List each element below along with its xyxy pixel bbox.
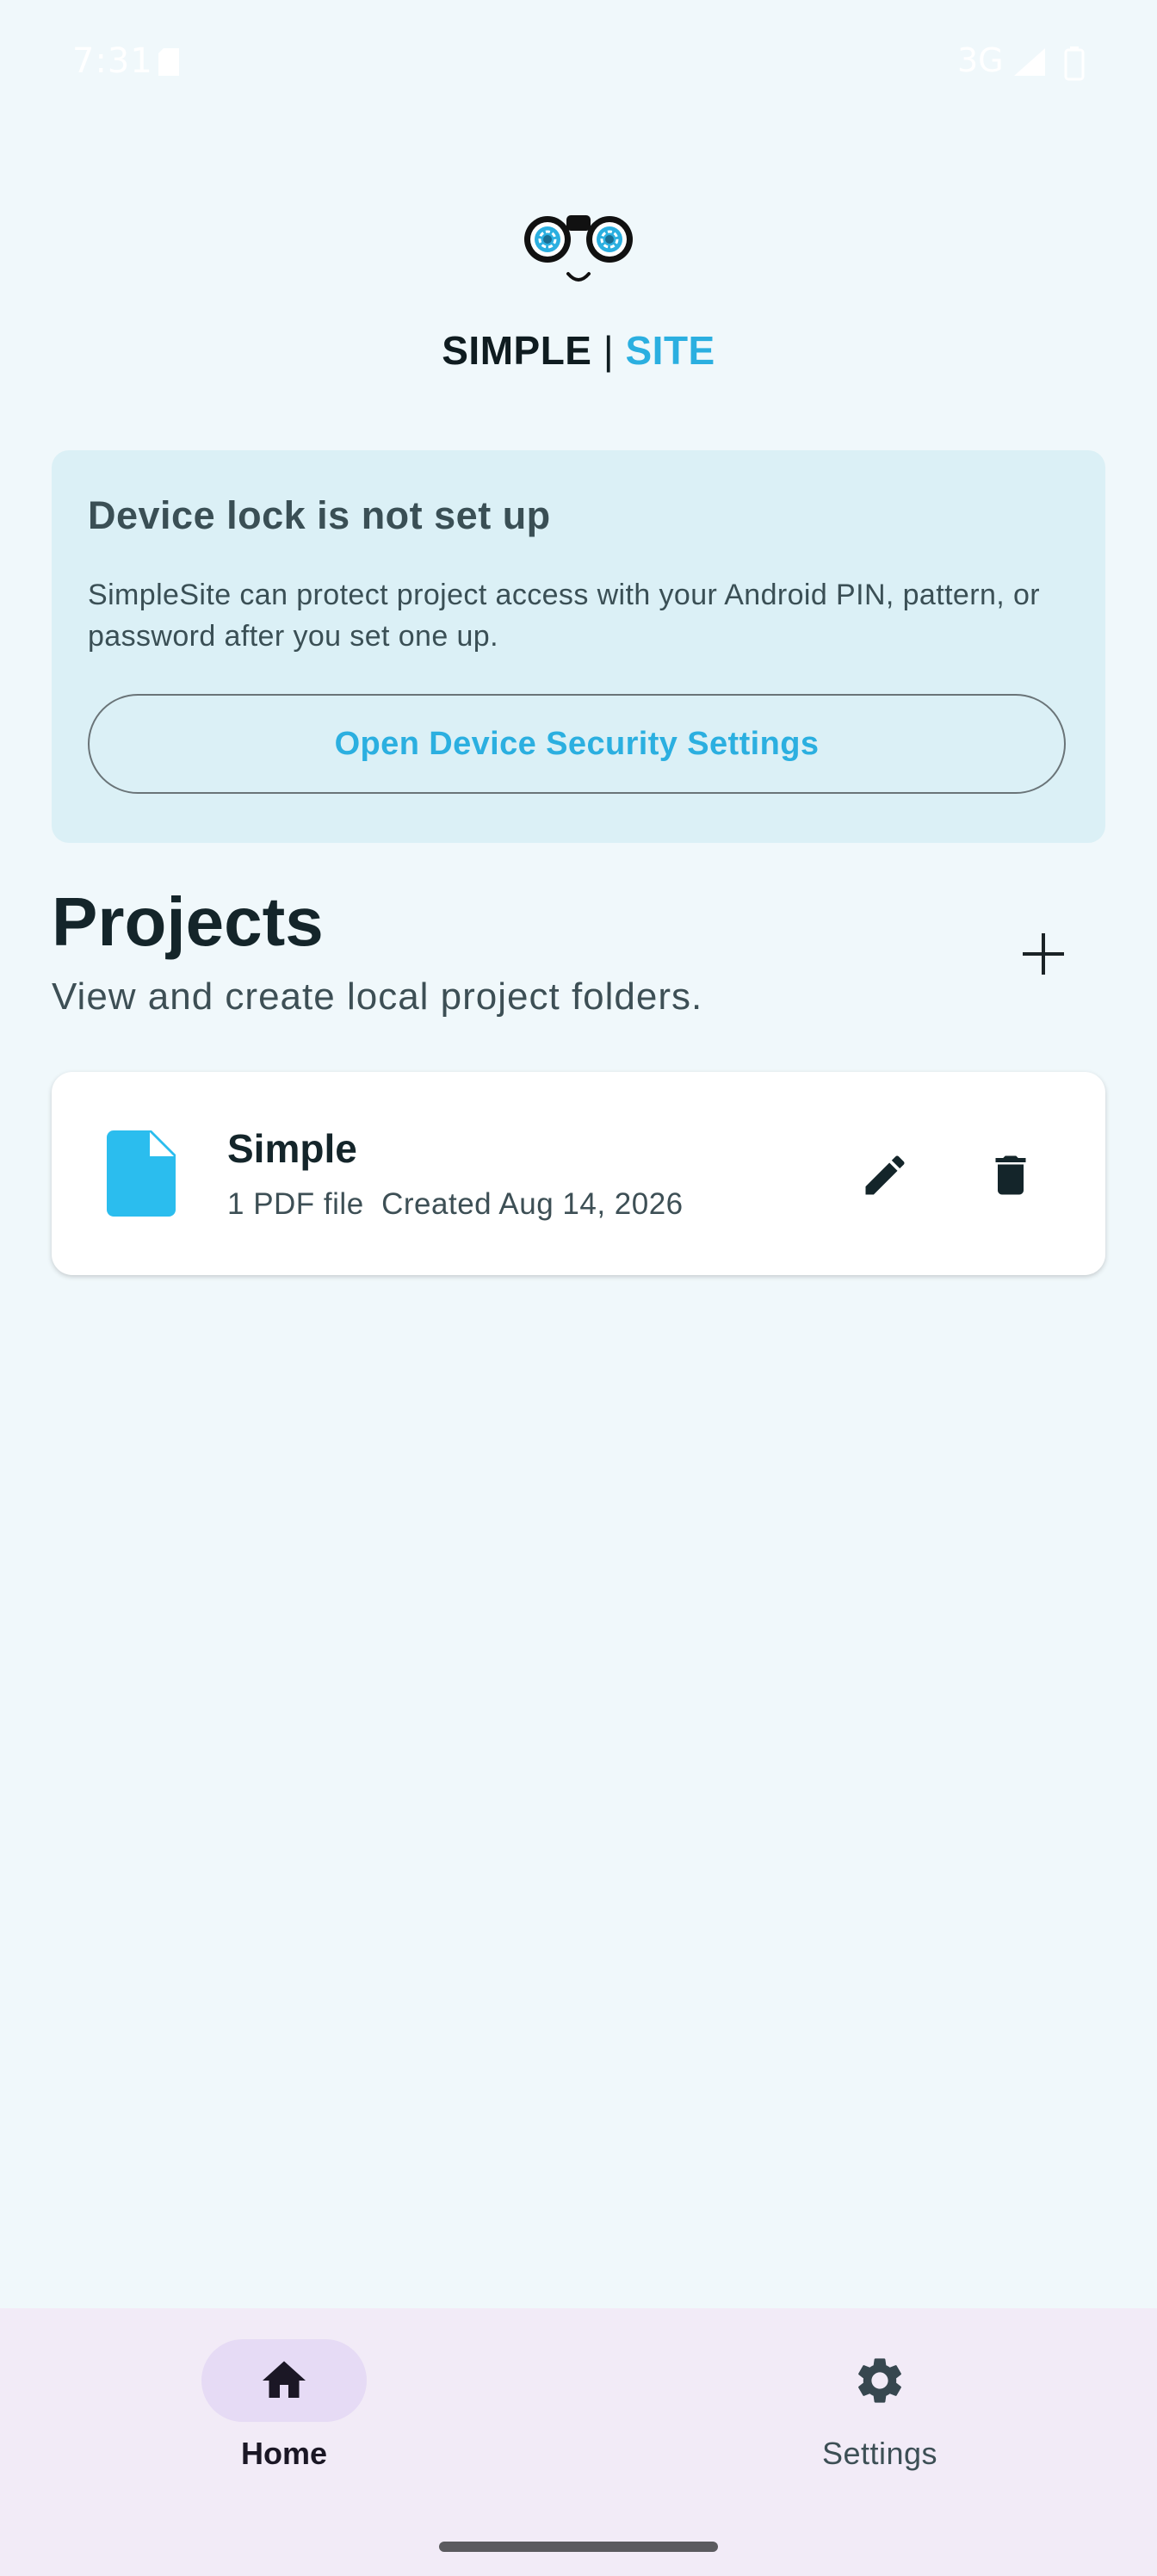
brand-simple: SIMPLE (442, 328, 592, 373)
battery-icon (1064, 46, 1085, 85)
brand-site: SITE (625, 328, 715, 373)
status-bar: 7:31 3G (0, 0, 1157, 129)
nav-item-settings[interactable]: Settings (589, 2308, 1157, 2506)
gear-icon (838, 2343, 921, 2418)
project-meta: 1 PDF file Created Aug 14, 2026 (227, 1187, 684, 1221)
network-type: 3G (957, 41, 1004, 79)
delete-icon (995, 1155, 1026, 1195)
open-device-security-settings-button[interactable]: Open Device Security Settings (88, 694, 1066, 794)
device-lock-card: Device lock is not set up SimpleSite can… (52, 450, 1105, 843)
project-name: Simple (227, 1126, 357, 1171)
bottom-navigation: Home Settings (0, 2308, 1157, 2576)
nav-home-indicator (201, 2339, 367, 2422)
device-lock-title: Device lock is not set up (88, 493, 551, 537)
brand-wordmark: SIMPLE | SITE (0, 327, 1157, 374)
binoculars-glasses-logo (517, 207, 640, 297)
brand-separator: | (591, 328, 626, 373)
project-card[interactable]: Simple 1 PDF file Created Aug 14, 2026 (52, 1072, 1105, 1275)
sd-card-icon (157, 48, 181, 82)
edit-project-button[interactable] (844, 1134, 926, 1217)
plus-icon (1023, 933, 1064, 975)
file-icon (107, 1130, 176, 1221)
page-subtitle: View and create local project folders. (52, 975, 703, 1018)
home-icon (263, 2361, 306, 2398)
nav-home-label: Home (240, 2436, 328, 2471)
page-title: Projects (52, 883, 324, 960)
signal-icon (1012, 46, 1047, 82)
edit-icon (865, 1155, 905, 1195)
nav-settings-label: Settings (821, 2436, 938, 2471)
device-lock-description: SimpleSite can protect project access wi… (88, 579, 1040, 653)
delete-project-button[interactable] (969, 1134, 1052, 1217)
gesture-handle[interactable] (439, 2542, 718, 2552)
add-project-button[interactable] (1004, 914, 1083, 994)
nav-item-home[interactable]: Home (0, 2308, 568, 2506)
status-time: 7:31 (72, 41, 153, 81)
